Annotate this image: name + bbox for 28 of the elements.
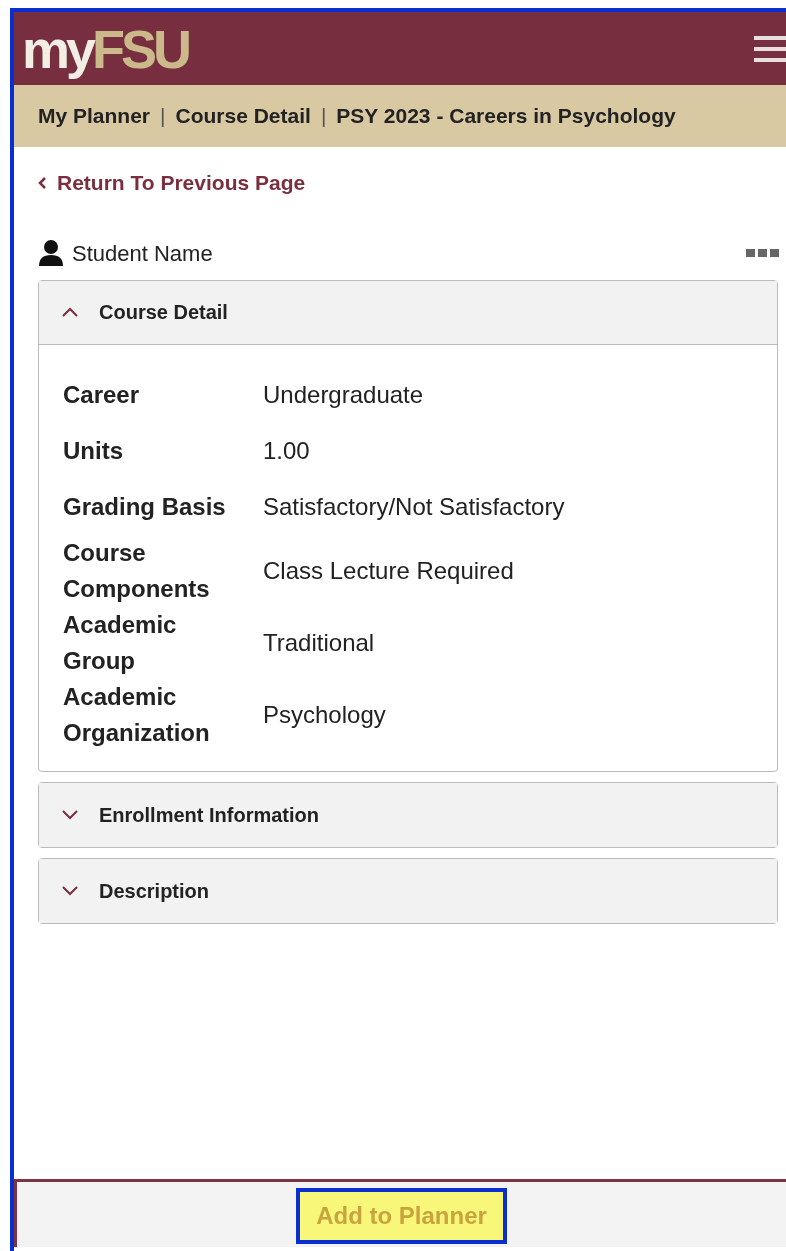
field-value: Undergraduate: [263, 379, 424, 410]
field-label: Units: [63, 435, 124, 466]
breadcrumb-item[interactable]: Course Detail: [175, 100, 311, 132]
section-header[interactable]: Course Detail: [39, 280, 777, 345]
chevron-down-icon: [61, 885, 79, 896]
person-icon: [38, 239, 64, 267]
section-header[interactable]: Description: [39, 858, 777, 923]
menu-icon[interactable]: [754, 33, 786, 64]
breadcrumb-item[interactable]: My Planner: [38, 100, 151, 132]
field-label: Course Components: [63, 537, 211, 604]
field-value: Traditional: [263, 627, 375, 658]
field-value: Psychology: [263, 699, 386, 730]
field-label: Career: [63, 379, 141, 410]
breadcrumb-separator: |: [160, 103, 166, 130]
chevron-up-icon: [61, 306, 79, 318]
field-value: Satisfactory/Not Satisfactory: [263, 491, 565, 522]
breadcrumb-item: PSY 2023 - Careers in Psychology: [336, 103, 676, 130]
field-value: Class Lecture Required: [263, 555, 514, 586]
field-value: 1.00: [263, 435, 310, 466]
back-link[interactable]: Return To Previous Page: [38, 167, 306, 199]
breadcrumb-separator: |: [320, 103, 327, 130]
field-label: Academic Organization: [63, 681, 211, 748]
chevron-down-icon: [61, 809, 79, 820]
student-name: Student Name: [72, 239, 213, 268]
field-label: Grading Basis: [63, 491, 227, 522]
field-label: Academic Group: [63, 609, 178, 676]
chevron-left-icon: [38, 176, 47, 189]
section-header[interactable]: Enrollment Information: [39, 782, 777, 847]
